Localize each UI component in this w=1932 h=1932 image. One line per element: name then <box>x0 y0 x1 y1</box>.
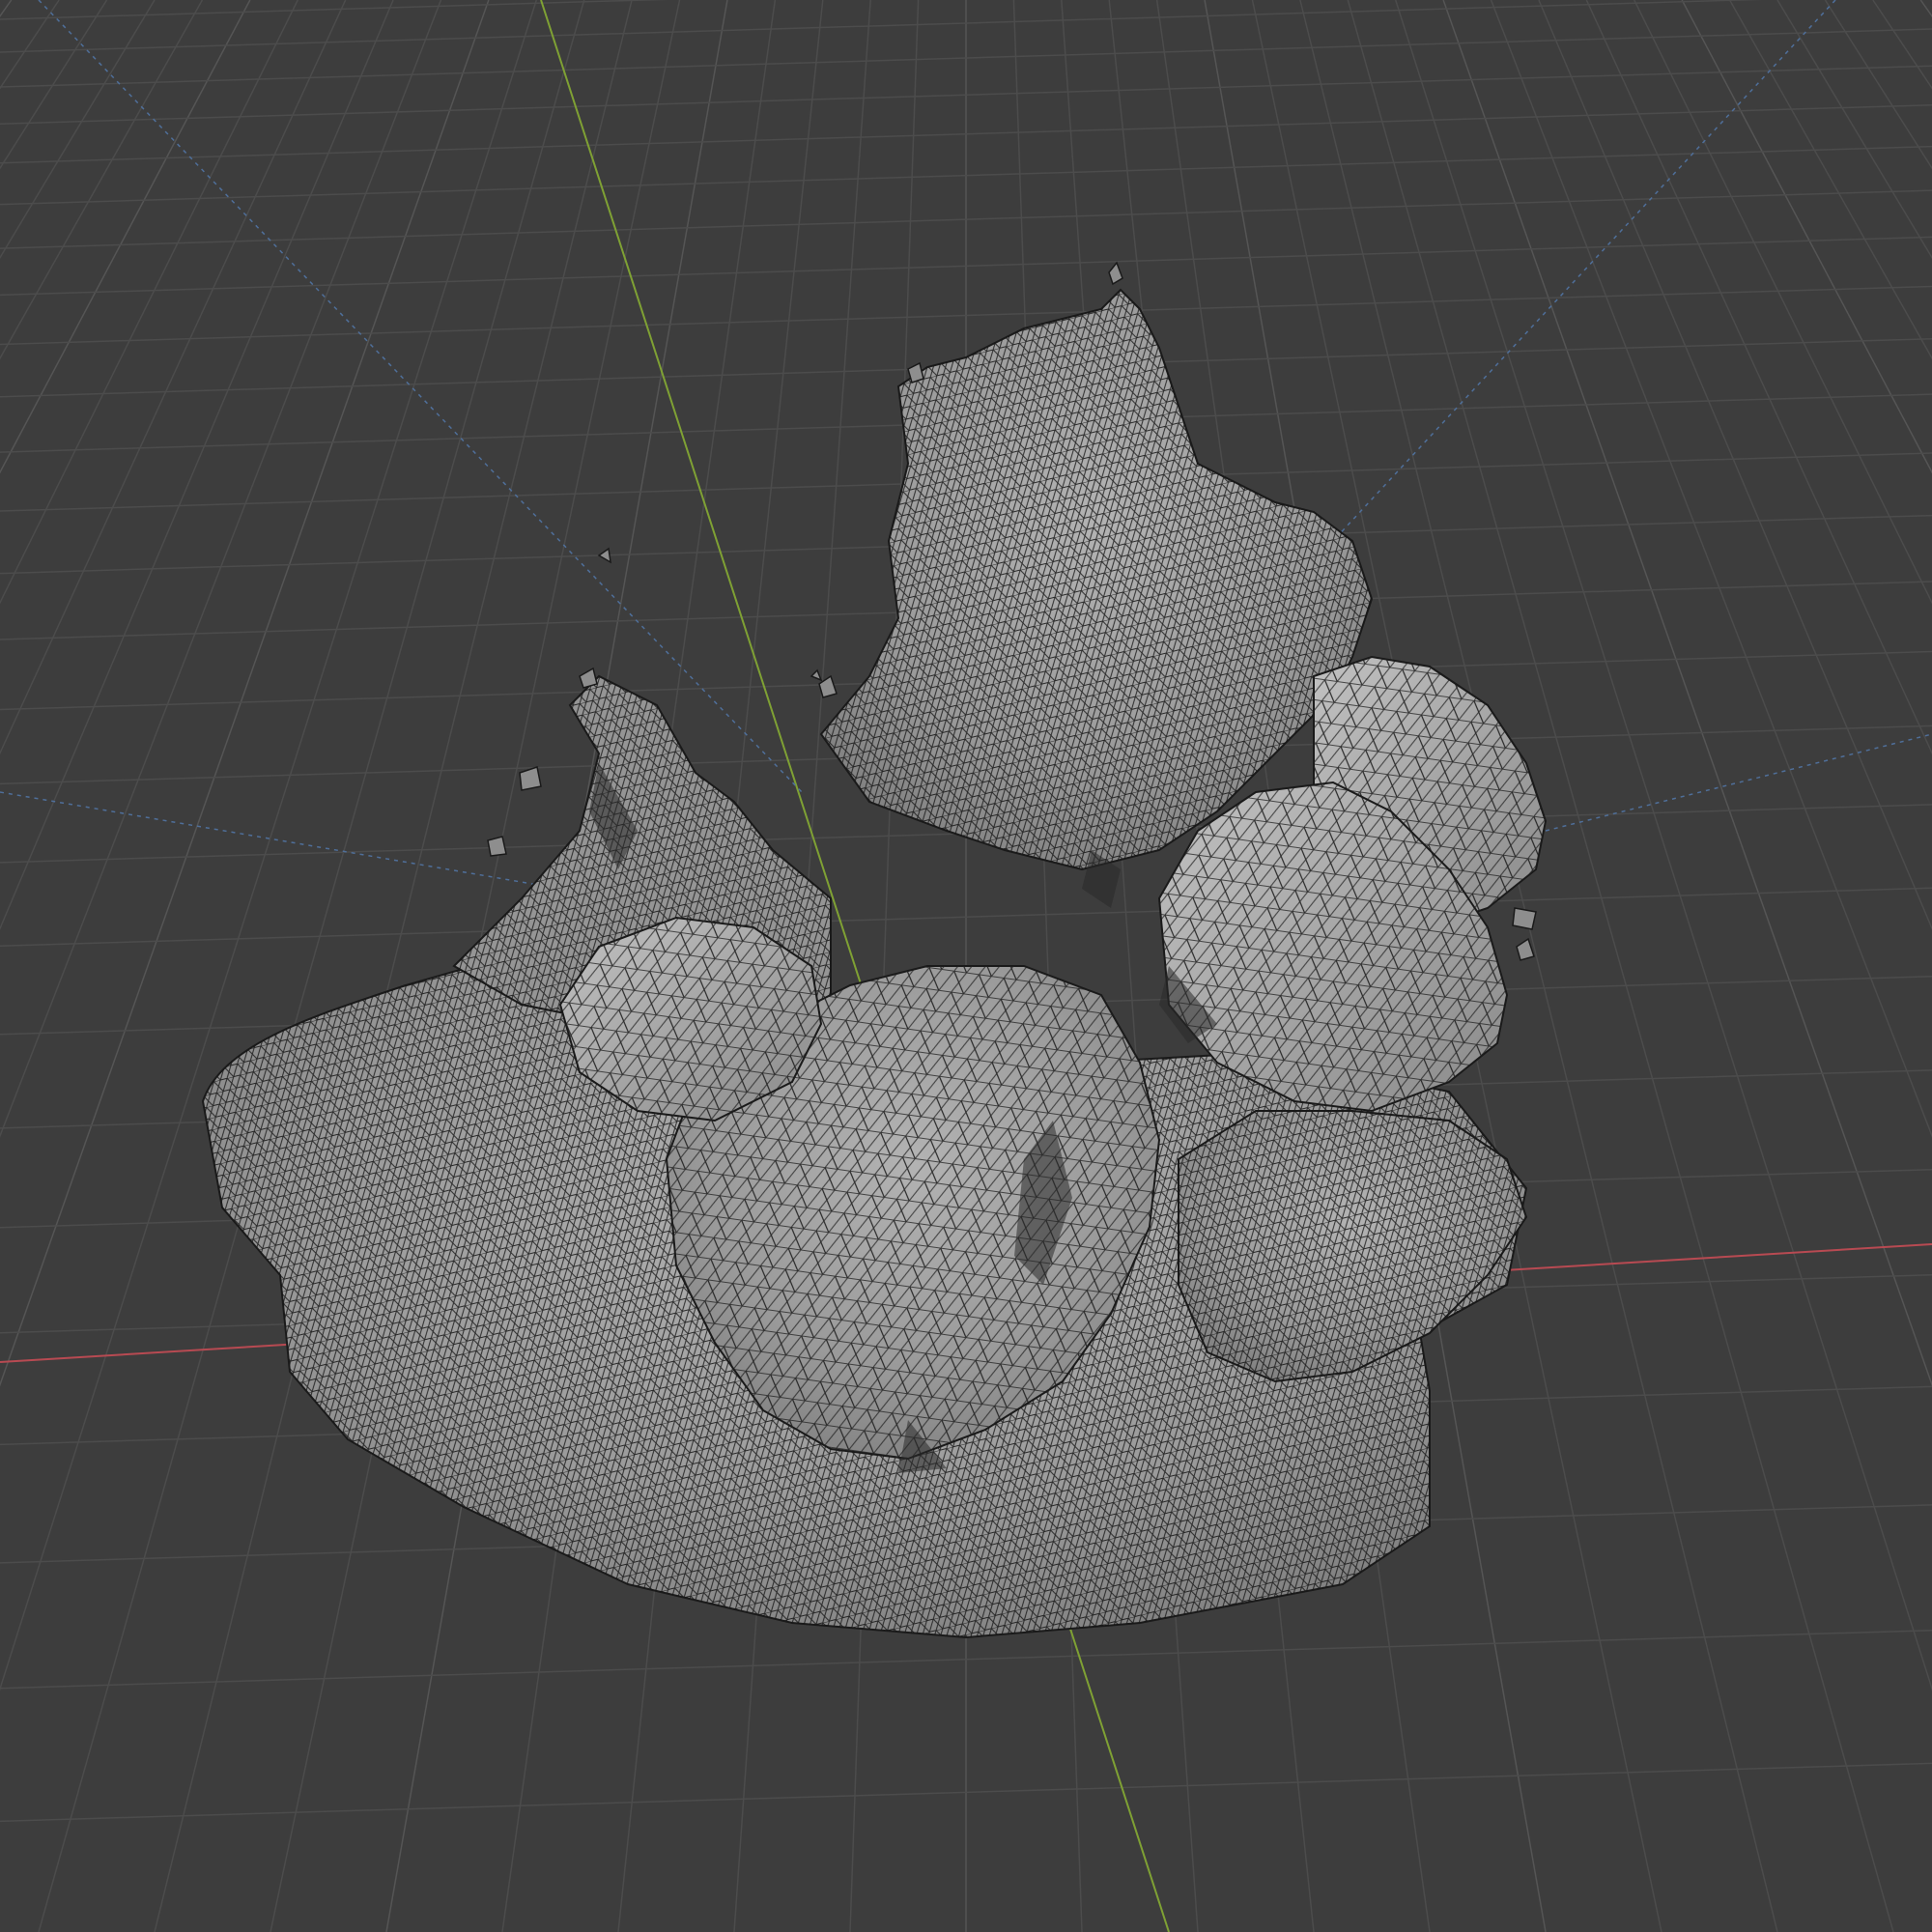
grid-line <box>0 0 442 1138</box>
3d-viewport[interactable] <box>0 0 1932 1932</box>
grid-line <box>849 0 920 1932</box>
horizon-dashed-right <box>1545 733 1932 832</box>
grid-line <box>1872 0 1932 90</box>
mesh-central-spire-wire <box>821 290 1372 869</box>
grid-line <box>1634 0 1932 605</box>
grid-line <box>1585 0 1932 755</box>
grid-line <box>1919 0 1932 17</box>
grid-line <box>0 0 490 1387</box>
grid-line <box>1538 0 1932 931</box>
grid-line <box>0 0 298 605</box>
grid-line <box>0 0 108 170</box>
grid-line <box>0 0 13 17</box>
viewport-canvas[interactable] <box>0 0 1932 1932</box>
mesh-right-ledge-wire <box>1179 1111 1526 1381</box>
grid-line <box>0 0 60 90</box>
grid-line <box>0 0 156 260</box>
scanned-rock-mesh[interactable] <box>201 261 1548 1639</box>
